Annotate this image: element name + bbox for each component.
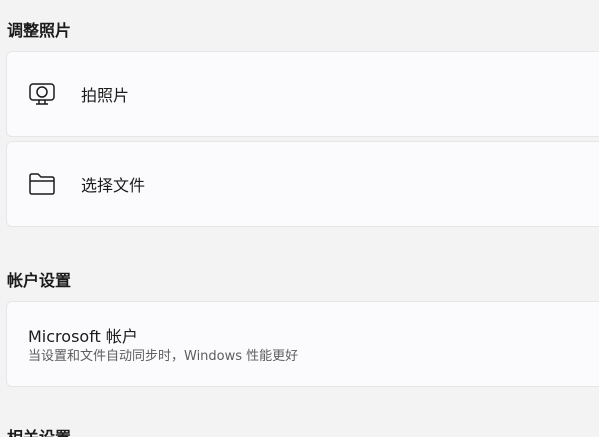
take-photo-label: 拍照片: [81, 86, 130, 105]
section-title-related-settings: 相关设置: [7, 428, 71, 437]
section-title-adjust-photo: 调整照片: [7, 21, 72, 40]
microsoft-account-card[interactable]: Microsoft 帐户 当设置和文件自动同步时，Windows 性能更好: [6, 301, 599, 387]
take-photo-button[interactable]: 拍照片: [6, 51, 599, 137]
microsoft-account-title: Microsoft 帐户: [28, 327, 138, 346]
choose-file-label: 选择文件: [81, 176, 146, 195]
choose-file-button[interactable]: 选择文件: [6, 141, 599, 227]
section-title-account-settings: 帐户设置: [7, 271, 72, 290]
settings-page: 调整照片 拍照片 选择文件 帐户设置 Microsoft 帐户 当设置和文件自动…: [0, 0, 599, 437]
camera-icon: [28, 80, 56, 108]
folder-icon: [28, 170, 56, 198]
microsoft-account-subtitle: 当设置和文件自动同步时，Windows 性能更好: [28, 349, 299, 364]
